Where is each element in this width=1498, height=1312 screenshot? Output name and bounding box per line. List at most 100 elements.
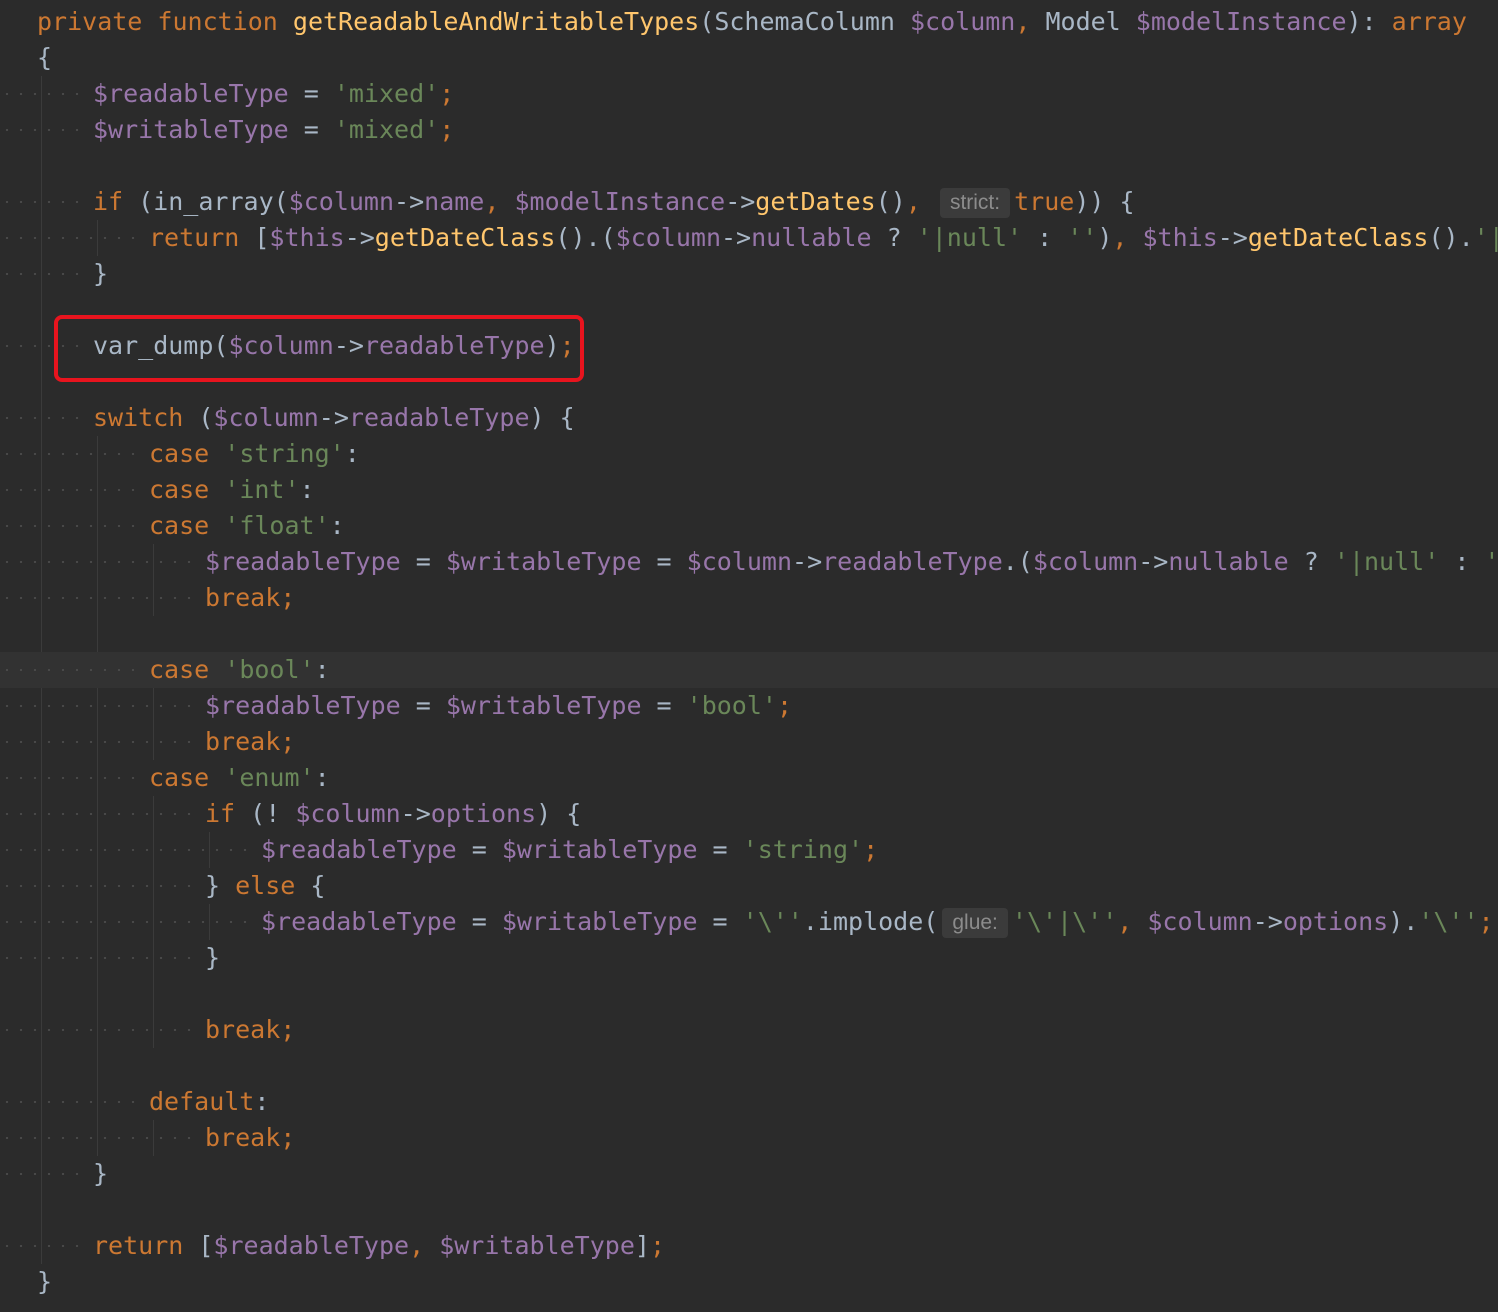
- code-token: $column: [615, 223, 721, 252]
- code-token: break;: [205, 1123, 296, 1152]
- code-line[interactable]: [0, 1192, 1498, 1228]
- code-token: ;: [649, 1231, 665, 1260]
- code-line[interactable]: return [$this->getDateClass().($column->…: [0, 220, 1498, 256]
- code-token: :: [1439, 547, 1485, 576]
- code-token: [: [198, 1231, 214, 1260]
- code-text: $readableType = $writableType = 'bool';: [205, 688, 792, 724]
- code-token: $readableType: [205, 547, 401, 576]
- code-line[interactable]: return [$readableType, $writableType];: [0, 1228, 1498, 1264]
- code-token: ->: [318, 403, 349, 432]
- code-line[interactable]: $readableType = $writableType = 'string'…: [0, 832, 1498, 868]
- code-editor[interactable]: private function getReadableAndWritableT…: [0, 0, 1498, 1312]
- code-text: if (! $column->options) {: [205, 796, 581, 832]
- code-line[interactable]: [0, 976, 1498, 1012]
- code-token: $column: [686, 547, 793, 576]
- code-token: =: [400, 691, 446, 720]
- code-token: (!: [250, 799, 296, 828]
- code-line[interactable]: $readableType = $writableType = '\''.imp…: [0, 904, 1498, 940]
- code-line[interactable]: break;: [0, 1120, 1498, 1156]
- code-line[interactable]: case 'float':: [0, 508, 1498, 544]
- code-token: $column: [1147, 907, 1253, 936]
- code-token: '\'': [742, 907, 803, 936]
- code-token: ;: [776, 691, 793, 720]
- code-token: '\'|\'': [1011, 907, 1118, 936]
- code-token: :: [329, 511, 345, 540]
- code-line[interactable]: case 'string':: [0, 436, 1498, 472]
- code-line[interactable]: {: [0, 40, 1498, 76]
- whitespace-dots: [0, 525, 145, 527]
- code-text: case 'int':: [149, 472, 315, 508]
- code-token: 'bool': [224, 655, 315, 684]
- code-text: {: [37, 40, 52, 76]
- code-token: return: [149, 223, 255, 252]
- code-token: ,: [1112, 223, 1143, 252]
- code-token: ) {: [536, 799, 582, 828]
- code-line[interactable]: case 'int':: [0, 472, 1498, 508]
- code-token: true: [1014, 187, 1075, 216]
- code-token: case: [149, 655, 225, 684]
- code-token: switch: [93, 403, 199, 432]
- code-line[interactable]: case 'enum':: [0, 760, 1498, 796]
- code-token: 'string': [224, 439, 345, 468]
- code-token: $readableType: [261, 835, 457, 864]
- code-line[interactable]: break;: [0, 1012, 1498, 1048]
- code-line[interactable]: }: [0, 256, 1498, 292]
- code-token: :: [344, 439, 360, 468]
- code-line[interactable]: [0, 148, 1498, 184]
- code-token: }: [205, 943, 221, 972]
- code-token: 'string': [742, 835, 864, 864]
- code-token: ->: [1252, 907, 1283, 936]
- code-line[interactable]: [0, 616, 1498, 652]
- whitespace-dots: [0, 1173, 89, 1175]
- whitespace-dots: [0, 1137, 201, 1139]
- code-token: array: [1391, 7, 1467, 36]
- code-text: case 'float':: [149, 508, 345, 544]
- code-token: $column: [910, 7, 1016, 36]
- code-line[interactable]: default:: [0, 1084, 1498, 1120]
- code-token: ->: [394, 187, 425, 216]
- code-line[interactable]: }: [0, 940, 1498, 976]
- code-token: 'enum': [224, 763, 315, 792]
- whitespace-dots: [0, 777, 145, 779]
- code-line[interactable]: } else {: [0, 868, 1498, 904]
- code-token: ,: [484, 187, 515, 216]
- code-text: $readableType = 'mixed';: [93, 76, 454, 112]
- code-token: ,: [409, 1231, 440, 1260]
- whitespace-dots: [0, 129, 89, 131]
- code-line[interactable]: switch ($column->readableType) {: [0, 400, 1498, 436]
- code-line[interactable]: $readableType = $writableType = 'bool';: [0, 688, 1498, 724]
- code-line[interactable]: case 'bool':: [0, 652, 1498, 688]
- code-line[interactable]: break;: [0, 724, 1498, 760]
- code-token: (: [198, 403, 214, 432]
- whitespace-dots: [0, 669, 145, 671]
- code-token: case: [149, 763, 225, 792]
- code-text: case 'enum':: [149, 760, 330, 796]
- code-line[interactable]: $writableType = 'mixed';: [0, 112, 1498, 148]
- code-token: 'bool': [686, 691, 777, 720]
- code-token: $writableType: [501, 835, 698, 864]
- code-line[interactable]: $readableType = $writableType = $column-…: [0, 544, 1498, 580]
- code-token: 'int': [224, 475, 300, 504]
- code-line[interactable]: $readableType = 'mixed';: [0, 76, 1498, 112]
- whitespace-dots: [0, 741, 201, 743]
- whitespace-dots: [0, 597, 201, 599]
- code-token: (): [875, 187, 906, 216]
- code-line[interactable]: }: [0, 1264, 1498, 1300]
- code-token: ,: [1015, 7, 1046, 36]
- code-token: ;: [439, 79, 455, 108]
- code-line[interactable]: }: [0, 1156, 1498, 1192]
- code-text: return [$this->getDateClass().($column->…: [149, 220, 1498, 256]
- code-line[interactable]: break;: [0, 580, 1498, 616]
- code-token: :: [314, 763, 330, 792]
- code-text: }: [93, 1156, 108, 1192]
- whitespace-dots: [0, 705, 201, 707]
- code-text: break;: [205, 1120, 295, 1156]
- code-token: {: [310, 871, 326, 900]
- code-line[interactable]: private function getReadableAndWritableT…: [0, 4, 1498, 40]
- code-line[interactable]: if (in_array($column->name, $modelInstan…: [0, 184, 1498, 220]
- whitespace-dots: [0, 957, 201, 959]
- code-token: ->: [725, 187, 756, 216]
- code-line[interactable]: if (! $column->options) {: [0, 796, 1498, 832]
- code-line[interactable]: [0, 1048, 1498, 1084]
- code-token: =: [641, 691, 687, 720]
